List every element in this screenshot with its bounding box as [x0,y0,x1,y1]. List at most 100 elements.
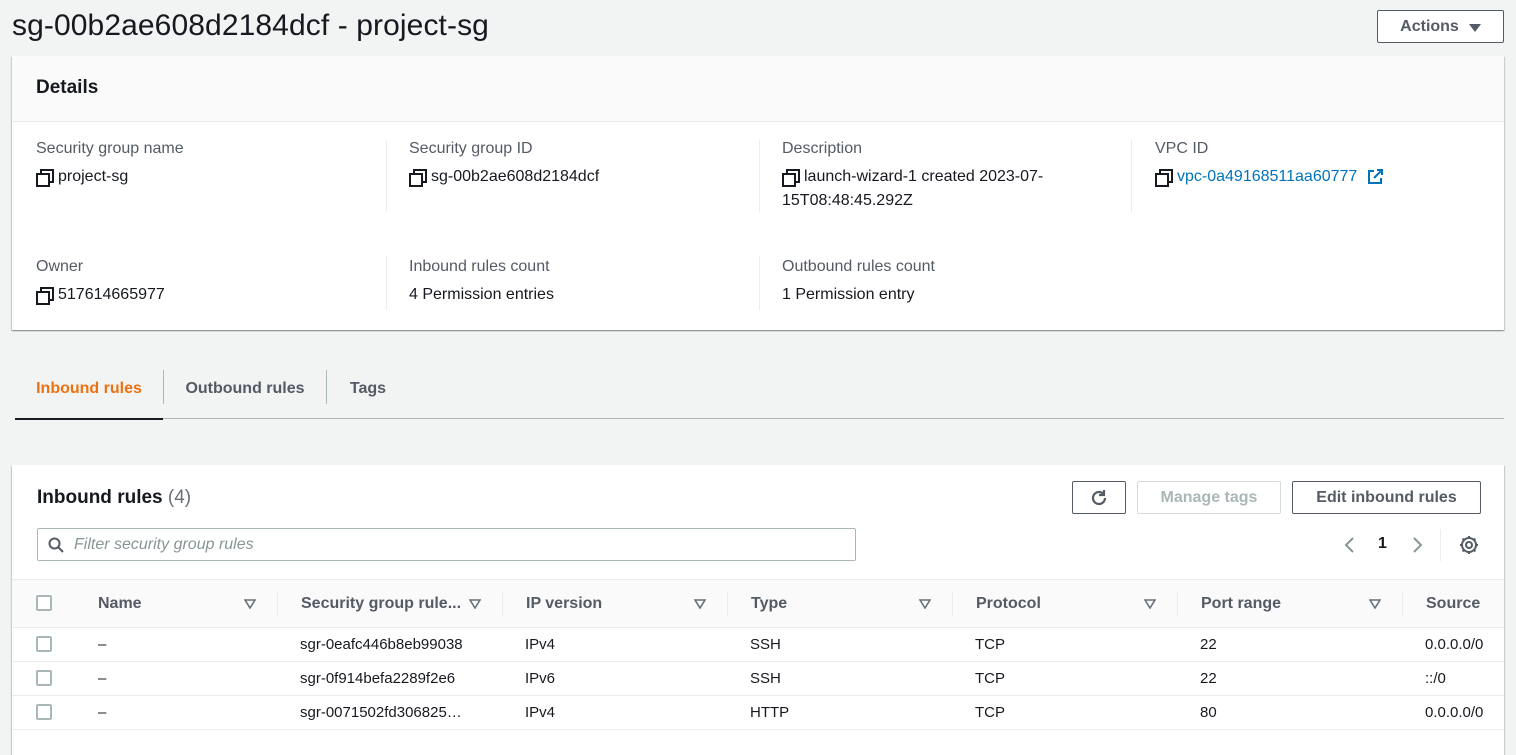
column-divider [1402,592,1403,616]
cell-source: 0.0.0.0/0 [1425,704,1484,721]
column-header-port-range[interactable]: Port range [1201,580,1281,628]
rules-count: (4) [167,487,192,508]
detail-security-group-name: Security group name project-sg [36,137,184,189]
column-header-name[interactable]: Name [98,580,142,628]
rules-title: Inbound rules [37,487,163,508]
tab-tags[interactable]: Tags [327,358,409,419]
cell-rule-id: sgr-0071502fd306825… [300,704,462,721]
settings-gear-icon[interactable] [1457,533,1481,557]
cell-ip-version: IPv6 [525,670,556,687]
detail-inbound-rules-count: Inbound rules count 4 Permission entries [409,255,554,307]
cell-protocol: TCP [975,670,1005,687]
column-header-rule-id[interactable]: Security group rule... [301,580,461,628]
cell-type: SSH [750,670,781,687]
cell-source: 0.0.0.0/0 [1425,636,1484,653]
column-divider [952,592,953,616]
table-row[interactable]: – sgr-0eafc446b8eb99038 IPv4 SSH TCP 22 … [12,628,1504,662]
column-divider [1177,592,1178,616]
cell-port-range: 22 [1200,670,1217,687]
search-icon [48,537,64,553]
sort-caret-icon[interactable] [244,599,256,609]
cell-type: HTTP [750,704,790,721]
column-divider [386,256,387,310]
row-checkbox[interactable] [36,704,52,720]
chevron-left-icon[interactable] [1338,533,1362,557]
detail-value: project-sg [58,168,129,185]
copy-icon[interactable] [36,287,54,305]
rules-table-header: Name Security group rule... IP version T… [12,579,1504,628]
refresh-icon [1091,489,1107,505]
detail-value: 517614665977 [58,286,165,303]
tab-outbound-rules[interactable]: Outbound rules [164,358,326,419]
column-divider [386,140,387,212]
details-title: Details [12,56,1504,122]
cell-type: SSH [750,636,781,653]
cell-port-range: 22 [1200,636,1217,653]
sort-caret-icon[interactable] [919,599,931,609]
column-header-protocol[interactable]: Protocol [976,580,1041,628]
sort-caret-icon[interactable] [1369,599,1381,609]
table-row[interactable]: – sgr-0f914befa2289f2e6 IPv6 SSH TCP 22 … [12,662,1504,696]
copy-icon[interactable] [782,169,800,187]
edit-inbound-rules-button[interactable]: Edit inbound rules [1292,481,1481,514]
detail-value: 4 Permission entries [409,286,554,303]
detail-value: 1 Permission entry [782,286,915,303]
column-divider [759,256,760,310]
row-checkbox[interactable] [36,670,52,686]
cell-ip-version: IPv4 [525,636,556,653]
column-header-ip-version[interactable]: IP version [526,580,602,628]
row-checkbox[interactable] [36,636,52,652]
sort-caret-icon[interactable] [469,599,481,609]
detail-owner: Owner 517614665977 [36,255,165,307]
detail-value: sg-00b2ae608d2184dcf [431,168,600,185]
copy-icon[interactable] [36,169,54,187]
detail-label: Outbound rules count [782,258,935,275]
page-number[interactable]: 1 [1378,535,1387,553]
select-all-checkbox[interactable] [36,595,52,611]
filter-rules-field[interactable] [37,528,856,561]
cell-port-range: 80 [1200,704,1217,721]
detail-label: Security group ID [409,140,533,157]
vpc-id-link[interactable]: vpc-0a49168511aa60777 [1177,165,1357,189]
detail-label: Description [782,140,863,157]
column-divider [502,592,503,616]
refresh-button[interactable] [1072,481,1126,514]
detail-description: Description launch-wizard-1 created 2023… [782,137,1082,213]
detail-label: Inbound rules count [409,258,550,275]
sort-caret-icon[interactable] [1144,599,1156,609]
copy-icon[interactable] [409,169,427,187]
filter-input[interactable] [72,534,832,555]
detail-label: Owner [36,258,84,275]
pager-divider [1440,529,1441,561]
column-header-source[interactable]: Source [1426,580,1480,628]
detail-value: launch-wizard-1 created 2023-07- [804,168,1044,185]
cell-protocol: TCP [975,636,1005,653]
cell-ip-version: IPv4 [525,704,556,721]
cell-rule-id: sgr-0f914befa2289f2e6 [300,670,456,687]
page-title: sg-00b2ae608d2184dcf - project-sg [12,9,489,42]
tab-inbound-rules[interactable]: Inbound rules [15,358,163,420]
external-link-icon[interactable] [1367,169,1384,185]
detail-outbound-rules-count: Outbound rules count 1 Permission entry [782,255,935,307]
copy-icon[interactable] [1155,169,1173,187]
detail-label: VPC ID [1155,140,1209,157]
cell-protocol: TCP [975,704,1005,721]
cell-name: – [98,670,107,687]
table-row[interactable]: – sgr-0071502fd306825… IPv4 HTTP TCP 80 … [12,696,1504,730]
inbound-rules-panel: Inbound rules (4) Manage tags Edit inbou… [12,465,1504,755]
column-divider [759,140,760,212]
column-header-type[interactable]: Type [751,580,787,628]
actions-label: Actions [1400,17,1459,35]
sort-caret-icon[interactable] [694,599,706,609]
chevron-right-icon[interactable] [1405,533,1429,557]
actions-dropdown-button[interactable]: Actions [1377,10,1504,43]
cell-name: – [98,704,107,721]
detail-vpc-id: VPC ID vpc-0a49168511aa60777 [1155,137,1384,189]
cell-rule-id: sgr-0eafc446b8eb99038 [300,636,463,653]
cell-name: – [98,636,107,653]
column-divider [727,592,728,616]
details-panel: Details Security group name project-sg S… [12,56,1504,330]
rules-heading: Inbound rules (4) [37,485,191,511]
detail-value-continued: 15T08:48:45.292Z [782,192,913,209]
manage-tags-button[interactable]: Manage tags [1137,481,1281,514]
